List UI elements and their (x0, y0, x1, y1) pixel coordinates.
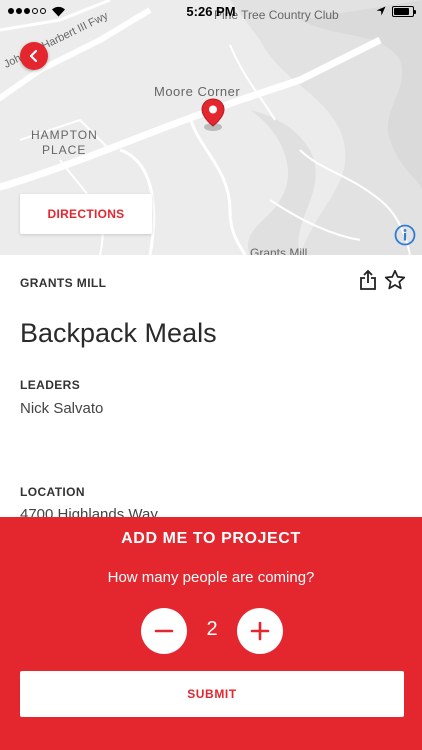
panel-title: ADD ME TO PROJECT (121, 530, 301, 547)
map-label-grants: Grants Mill (250, 246, 308, 255)
increment-button[interactable] (237, 608, 283, 654)
plus-icon (250, 621, 270, 641)
share-icon[interactable] (358, 269, 378, 296)
map-label-hampton: HAMPTON (31, 128, 98, 142)
location-label: LOCATION (20, 485, 85, 499)
directions-button[interactable]: DIRECTIONS (20, 194, 152, 234)
back-button[interactable] (20, 42, 48, 70)
info-icon[interactable] (394, 224, 416, 246)
star-icon[interactable] (384, 269, 406, 296)
map-label-place: PLACE (42, 143, 87, 157)
leaders-label: LEADERS (20, 378, 81, 392)
signal-dots-icon (8, 8, 46, 14)
map-label-area: Moore Corner (154, 84, 241, 99)
people-count-question: How many people are coming? (107, 569, 315, 586)
map-view[interactable]: John M. Harbert III Fwy Pine Tree Countr… (0, 0, 422, 255)
minus-icon (154, 629, 174, 633)
chevron-left-icon (29, 50, 38, 62)
map-pin-icon[interactable] (200, 98, 226, 137)
leaders-value: Nick Salvato (20, 400, 104, 417)
submit-button[interactable]: SUBMIT (20, 671, 404, 717)
people-count-value: 2 (206, 618, 218, 640)
decrement-button[interactable] (141, 608, 187, 654)
add-to-project-panel: ADD ME TO PROJECT How many people are co… (0, 517, 422, 750)
project-title: Backpack Meals (20, 318, 217, 348)
battery-icon (392, 5, 416, 17)
location-arrow-icon (376, 6, 386, 16)
status-bar: 5:26 PM (0, 0, 422, 22)
wifi-icon (52, 6, 65, 16)
project-category: GRANTS MILL (20, 276, 107, 290)
